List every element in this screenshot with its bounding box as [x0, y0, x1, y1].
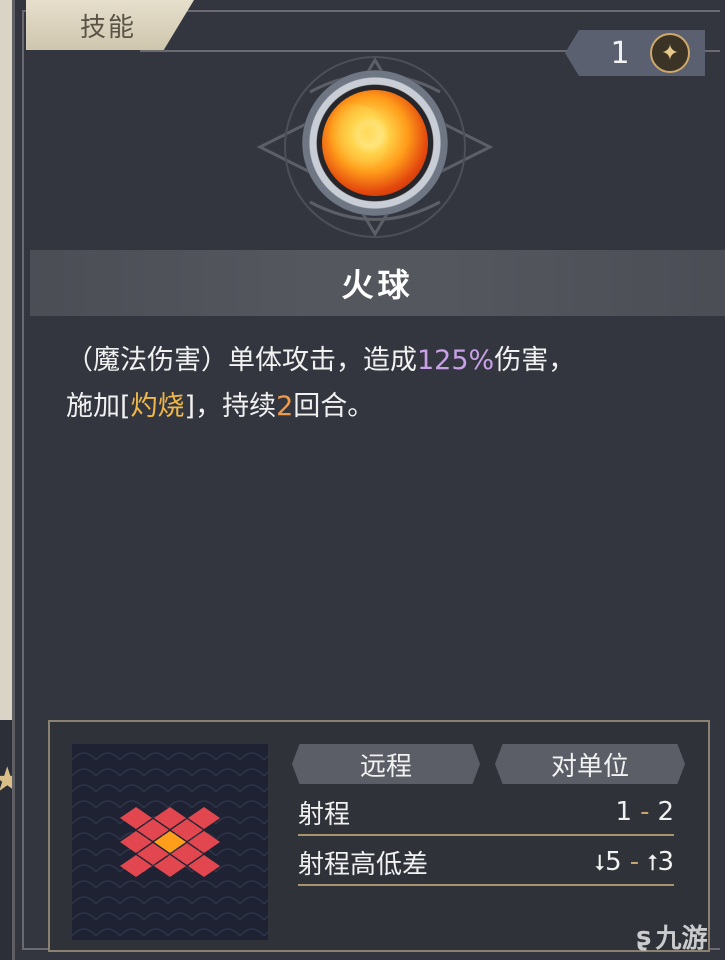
attack-type-label: 远程	[359, 751, 412, 782]
target-type-label: 对单位	[550, 751, 629, 782]
range-label: 射程	[298, 799, 351, 830]
desc-effect-link[interactable]: 灼烧	[131, 391, 185, 422]
height-up: 3	[657, 847, 674, 877]
height-down: 5	[605, 847, 622, 877]
skill-description: （魔法伤害）单体攻击，造成125%伤害， 施加[灼烧]，持续2回合。	[66, 338, 686, 430]
desc-text: 施加[	[66, 391, 131, 422]
height-dash: -	[629, 847, 640, 877]
arrow-up-icon: ⭡	[647, 851, 658, 876]
height-diff-value: ⭣5- ⭡3	[595, 847, 674, 877]
skill-name: 火球	[341, 266, 414, 304]
skill-title-band: 火球	[30, 250, 725, 316]
desc-text: 伤害，	[494, 345, 576, 376]
range-min: 1	[615, 797, 633, 827]
range-pattern	[72, 744, 268, 940]
desc-turns-value: 2	[276, 391, 294, 422]
height-diff-label: 射程高低差	[298, 849, 429, 880]
tab-label: 技能	[80, 12, 137, 43]
counter-value: 1	[610, 35, 630, 71]
height-diff-row: 射程高低差 ⭣5- ⭡3	[298, 840, 674, 886]
range-value: 1-2	[616, 797, 674, 827]
watermark-text: 九游	[655, 924, 708, 954]
desc-damage-value: 125%	[417, 345, 495, 376]
flame-swirl-icon	[318, 104, 388, 174]
desc-text: 回合。	[293, 391, 375, 422]
range-grid-icon	[72, 744, 268, 940]
desc-text: ]，持续	[184, 391, 277, 422]
target-type-badge: 对单位	[495, 744, 685, 784]
range-row: 射程 1-2	[298, 790, 674, 836]
desc-text: （魔法伤害）单体攻击，造成	[66, 345, 417, 376]
range-max: 2	[657, 797, 674, 827]
watermark-logo-icon: ʂ	[636, 921, 652, 952]
arrow-down-icon: ⭣	[594, 851, 606, 876]
range-dash: -	[640, 797, 650, 827]
star-coin-icon: ✦	[650, 33, 690, 73]
attack-type-badge: 远程	[292, 744, 480, 784]
watermark: ʂ 九游	[636, 918, 708, 955]
